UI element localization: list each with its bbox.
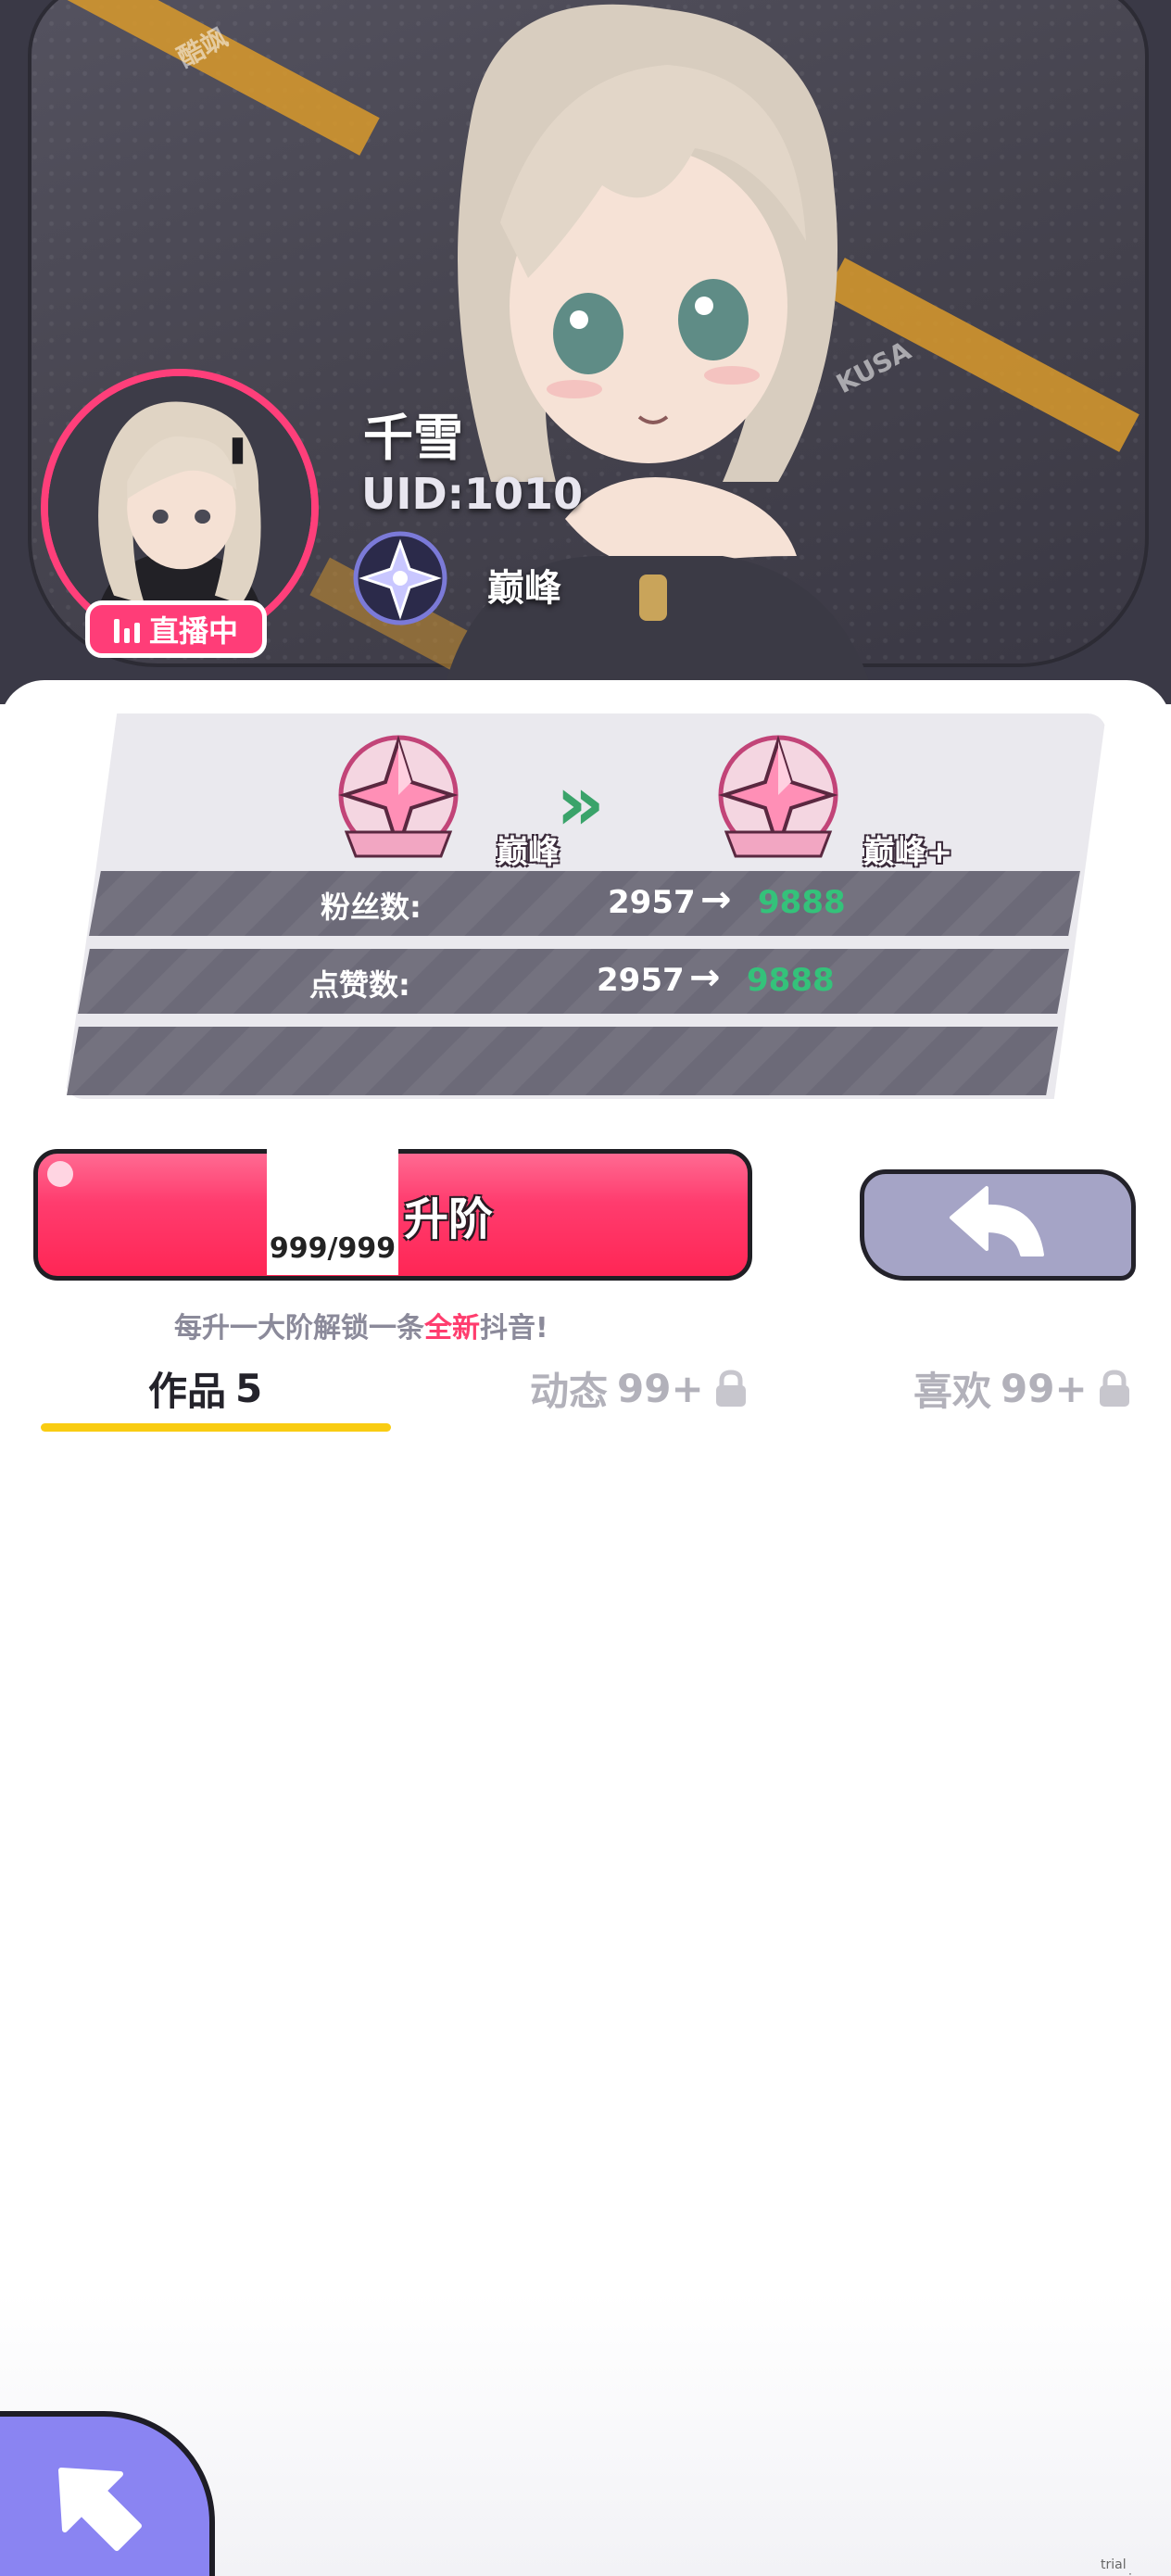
profile-rank-label: 巅峰 (487, 567, 561, 610)
stat-from: 2957 (608, 884, 696, 921)
profile-uid: UID:1010 (361, 469, 584, 519)
stat-to: 9888 (747, 962, 835, 999)
upgrade-progress-text: 999/999 (269, 1232, 397, 1265)
rank-upgrade-card: 巅峰 » 巅峰+ 粉丝数: 2957 → 9888 点赞数: 2957 → 98… (65, 713, 1106, 1099)
arrow-right-icon: → (689, 956, 721, 999)
double-chevron-icon: » (556, 760, 605, 848)
button-shine (47, 1161, 73, 1187)
next-rank-label: 巅峰+ (863, 834, 953, 871)
stat-label: 点赞数: (309, 967, 410, 1003)
arrow-right-icon: → (700, 878, 732, 921)
pointer-arrow-icon (58, 2468, 142, 2551)
rank-star-icon (338, 735, 459, 858)
lock-icon (715, 1369, 746, 1407)
back-arrow-icon (950, 1186, 1044, 1256)
tab-label: 动态 (530, 1369, 609, 1414)
tab-works[interactable]: 作品 5 (148, 1360, 262, 1417)
tab-label: 作品 (148, 1369, 227, 1414)
stat-to: 9888 (758, 884, 846, 921)
live-badge-label: 直播中 (148, 613, 238, 649)
tab-count: 99+ (617, 1366, 704, 1411)
live-bars-icon (113, 615, 140, 643)
tab-activity[interactable]: 动态 99+ (530, 1360, 749, 1417)
hint-suffix: 抖音! (480, 1312, 548, 1345)
tab-count: 5 (235, 1366, 263, 1411)
profile-rank: 巅峰 (352, 530, 630, 626)
back-button[interactable] (860, 1169, 1136, 1281)
hint-highlight: 全新 (424, 1312, 480, 1345)
rank-star-icon (353, 531, 447, 625)
stat-label: 粉丝数: (321, 890, 422, 925)
profile-hero: 酷飒 KUSA 直播中 千雪 UID:1010 巅峰 (0, 0, 1171, 704)
current-rank-badge: 巅峰 (334, 730, 560, 871)
tab-label: 喜欢 (913, 1369, 992, 1414)
stat-row-empty (67, 1027, 1058, 1095)
upgrade-hint: 每升一大阶解锁一条全新抖音! (174, 1305, 548, 1345)
live-badge[interactable]: 直播中 (85, 600, 267, 658)
stat-row-fans: 粉丝数: 2957 → 9888 (89, 871, 1080, 936)
tab-count: 99+ (1001, 1366, 1088, 1411)
hint-prefix: 每升一大阶解锁一条 (174, 1312, 424, 1345)
tab-underline (41, 1423, 391, 1432)
tab-likes[interactable]: 喜欢 99+ (913, 1360, 1132, 1417)
profile-name: 千雪 (363, 409, 463, 467)
stat-from: 2957 (597, 962, 685, 999)
rank-star-icon (718, 735, 838, 858)
lock-icon (1099, 1369, 1129, 1407)
upgrade-button-label[interactable]: 升阶 (404, 1182, 493, 1247)
stat-row-likes: 点赞数: 2957 → 9888 (78, 949, 1069, 1014)
watermark: trial version (1101, 2557, 1148, 2576)
next-rank-badge: 巅峰+ (713, 730, 952, 871)
